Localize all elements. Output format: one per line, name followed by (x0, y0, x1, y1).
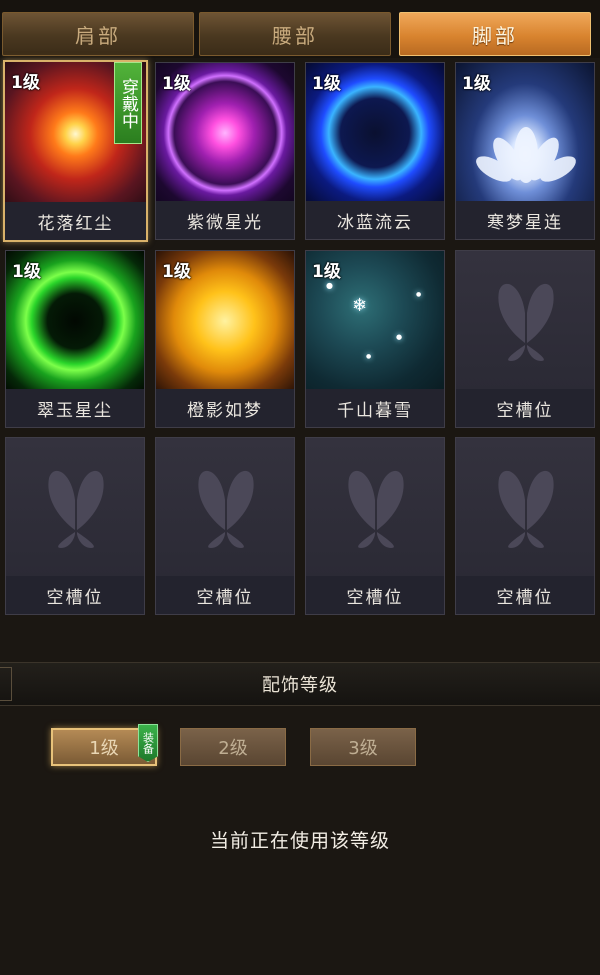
butterfly-icon (498, 470, 554, 548)
section-title: 配饰等级 (262, 675, 338, 696)
slot-name: 千山暮雪 (306, 389, 444, 427)
slot-name: 空槽位 (456, 389, 594, 427)
accessory-slot[interactable]: 1级 穿戴中 花落红尘 (3, 60, 148, 242)
accessory-slot[interactable]: 1级 寒梦星连 (455, 62, 595, 240)
slot-name: 空槽位 (306, 576, 444, 614)
butterfly-icon (198, 470, 254, 548)
sparkle-icon: ● (396, 333, 403, 341)
slot-name: 空槽位 (456, 576, 594, 614)
accessory-slot[interactable]: 1级 橙影如梦 (155, 250, 295, 428)
level-label: 1级 (312, 74, 341, 94)
accessory-slot[interactable]: ❄ ● ● ● ● 1级 千山暮雪 (305, 250, 445, 428)
accessory-slot[interactable]: 1级 冰蓝流云 (305, 62, 445, 240)
section-header: 配饰等级 (0, 662, 600, 706)
accessory-slot[interactable]: 1级 翠玉星尘 (5, 250, 145, 428)
slot-name: 空槽位 (6, 576, 144, 614)
level-label: 1级 (162, 74, 191, 94)
category-tabs: 肩部 腰部 脚部 (0, 0, 600, 58)
tab-foot[interactable]: 脚部 (399, 12, 591, 56)
butterfly-icon (348, 470, 404, 548)
tab-waist[interactable]: 腰部 (199, 12, 391, 56)
snowflake-icon: ❄ (352, 295, 368, 316)
empty-slot[interactable]: 空槽位 (305, 437, 445, 615)
slot-name: 紫微星光 (156, 201, 294, 239)
sparkle-icon: ● (416, 291, 422, 298)
level-3-button[interactable]: 3级 (310, 728, 416, 766)
empty-slot[interactable]: 空槽位 (155, 437, 295, 615)
empty-slot[interactable]: 空槽位 (455, 437, 595, 615)
slot-name: 空槽位 (156, 576, 294, 614)
sparkle-icon: ● (326, 281, 333, 290)
status-text: 当前正在使用该等级 (209, 830, 390, 852)
slot-name: 橙影如梦 (156, 389, 294, 427)
level-label: 1级 (162, 262, 191, 282)
equipped-badge: 穿戴中 (114, 62, 142, 144)
empty-slot[interactable]: 空槽位 (5, 437, 145, 615)
level-2-button[interactable]: 2级 (180, 728, 286, 766)
butterfly-icon (48, 470, 104, 548)
level-label: 1级 (462, 74, 491, 94)
sparkle-icon: ● (366, 353, 372, 360)
slot-name: 花落红尘 (5, 202, 146, 240)
empty-slot[interactable]: 空槽位 (455, 250, 595, 428)
tab-shoulder[interactable]: 肩部 (2, 12, 194, 56)
slot-name: 寒梦星连 (456, 201, 594, 239)
slot-name: 冰蓝流云 (306, 201, 444, 239)
slot-name: 翠玉星尘 (6, 389, 144, 427)
accessory-slot[interactable]: 1级 紫微星光 (155, 62, 295, 240)
level-label: 1级 (12, 262, 41, 282)
butterfly-icon (498, 283, 554, 361)
level-label: 1级 (11, 73, 40, 93)
equip-tag: 装备 (138, 724, 158, 762)
level-label: 1级 (312, 262, 341, 282)
